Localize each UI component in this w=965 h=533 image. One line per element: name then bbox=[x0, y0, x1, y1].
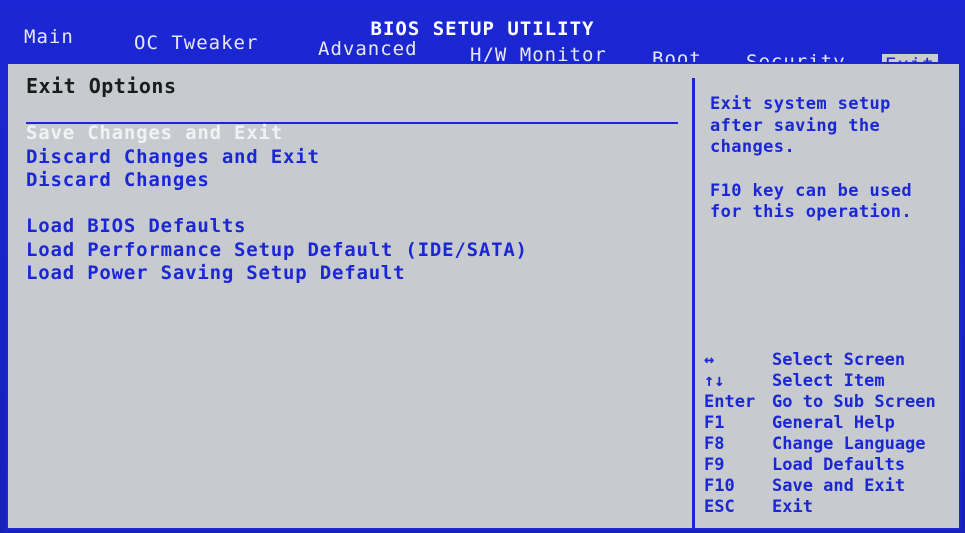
help-line: after saving the bbox=[710, 116, 881, 136]
key-legend-row: F8 Change Language bbox=[704, 434, 956, 455]
key-name: ESC bbox=[704, 497, 735, 517]
key-description: Go to Sub Screen bbox=[772, 392, 936, 412]
key-description: Change Language bbox=[772, 434, 926, 454]
help-line: for this operation. bbox=[710, 202, 913, 222]
key-legend-row: F10 Save and Exit bbox=[704, 476, 956, 497]
pane-divider bbox=[692, 78, 695, 530]
help-pane: Exit system setup after saving the chang… bbox=[698, 64, 958, 528]
main-panel: Exit Options Save Changes and Exit Disca… bbox=[6, 62, 961, 530]
key-description: Exit bbox=[772, 497, 813, 517]
options-pane: Exit Options Save Changes and Exit Disca… bbox=[8, 64, 690, 528]
key-name: F10 bbox=[704, 476, 735, 496]
key-description: Save and Exit bbox=[772, 476, 906, 496]
key-description: Select Item bbox=[772, 371, 885, 391]
menu-tab-main[interactable]: Main bbox=[24, 26, 74, 48]
key-legend-row: F9 Load Defaults bbox=[704, 455, 956, 476]
option-load-power-saving-default[interactable]: Load Power Saving Setup Default bbox=[26, 262, 405, 284]
up-down-arrow-icon: ↑↓ bbox=[704, 371, 725, 391]
option-load-performance-default[interactable]: Load Performance Setup Default (IDE/SATA… bbox=[26, 239, 528, 261]
key-description: General Help bbox=[772, 413, 895, 433]
key-legend-row: ESC Exit bbox=[704, 497, 956, 518]
option-load-bios-defaults[interactable]: Load BIOS Defaults bbox=[26, 215, 246, 237]
key-legend-row: Enter Go to Sub Screen bbox=[704, 392, 956, 413]
key-name: Enter bbox=[704, 392, 756, 412]
key-description: Load Defaults bbox=[772, 455, 906, 475]
option-save-changes-and-exit[interactable]: Save Changes and Exit bbox=[26, 122, 283, 144]
option-discard-changes-and-exit[interactable]: Discard Changes and Exit bbox=[26, 146, 320, 168]
help-line: changes. bbox=[710, 137, 796, 157]
key-legend-row: ↑↓ Select Item bbox=[704, 371, 956, 392]
key-name: F9 bbox=[704, 455, 725, 475]
key-legend-row: ↔ Select Screen bbox=[704, 350, 956, 371]
key-name: F8 bbox=[704, 434, 725, 454]
option-discard-changes[interactable]: Discard Changes bbox=[26, 169, 210, 191]
menu-tab-advanced[interactable]: Advanced bbox=[318, 38, 418, 60]
section-title: Exit Options bbox=[26, 74, 177, 98]
key-legend: ↔ Select Screen ↑↓ Select Item Enter Go … bbox=[704, 350, 956, 518]
left-right-arrow-icon: ↔ bbox=[704, 350, 715, 370]
key-name: F1 bbox=[704, 413, 725, 433]
key-description: Select Screen bbox=[772, 350, 906, 370]
help-line: F10 key can be used bbox=[710, 181, 913, 201]
top-menu-bar: Main OC Tweaker Advanced H/W Monitor Boo… bbox=[0, 24, 965, 76]
menu-tab-oc-tweaker[interactable]: OC Tweaker bbox=[134, 32, 258, 54]
bios-screen: BIOS SETUP UTILITY Main OC Tweaker Advan… bbox=[0, 0, 965, 533]
key-legend-row: F1 General Help bbox=[704, 413, 956, 434]
help-line: Exit system setup bbox=[710, 94, 891, 114]
